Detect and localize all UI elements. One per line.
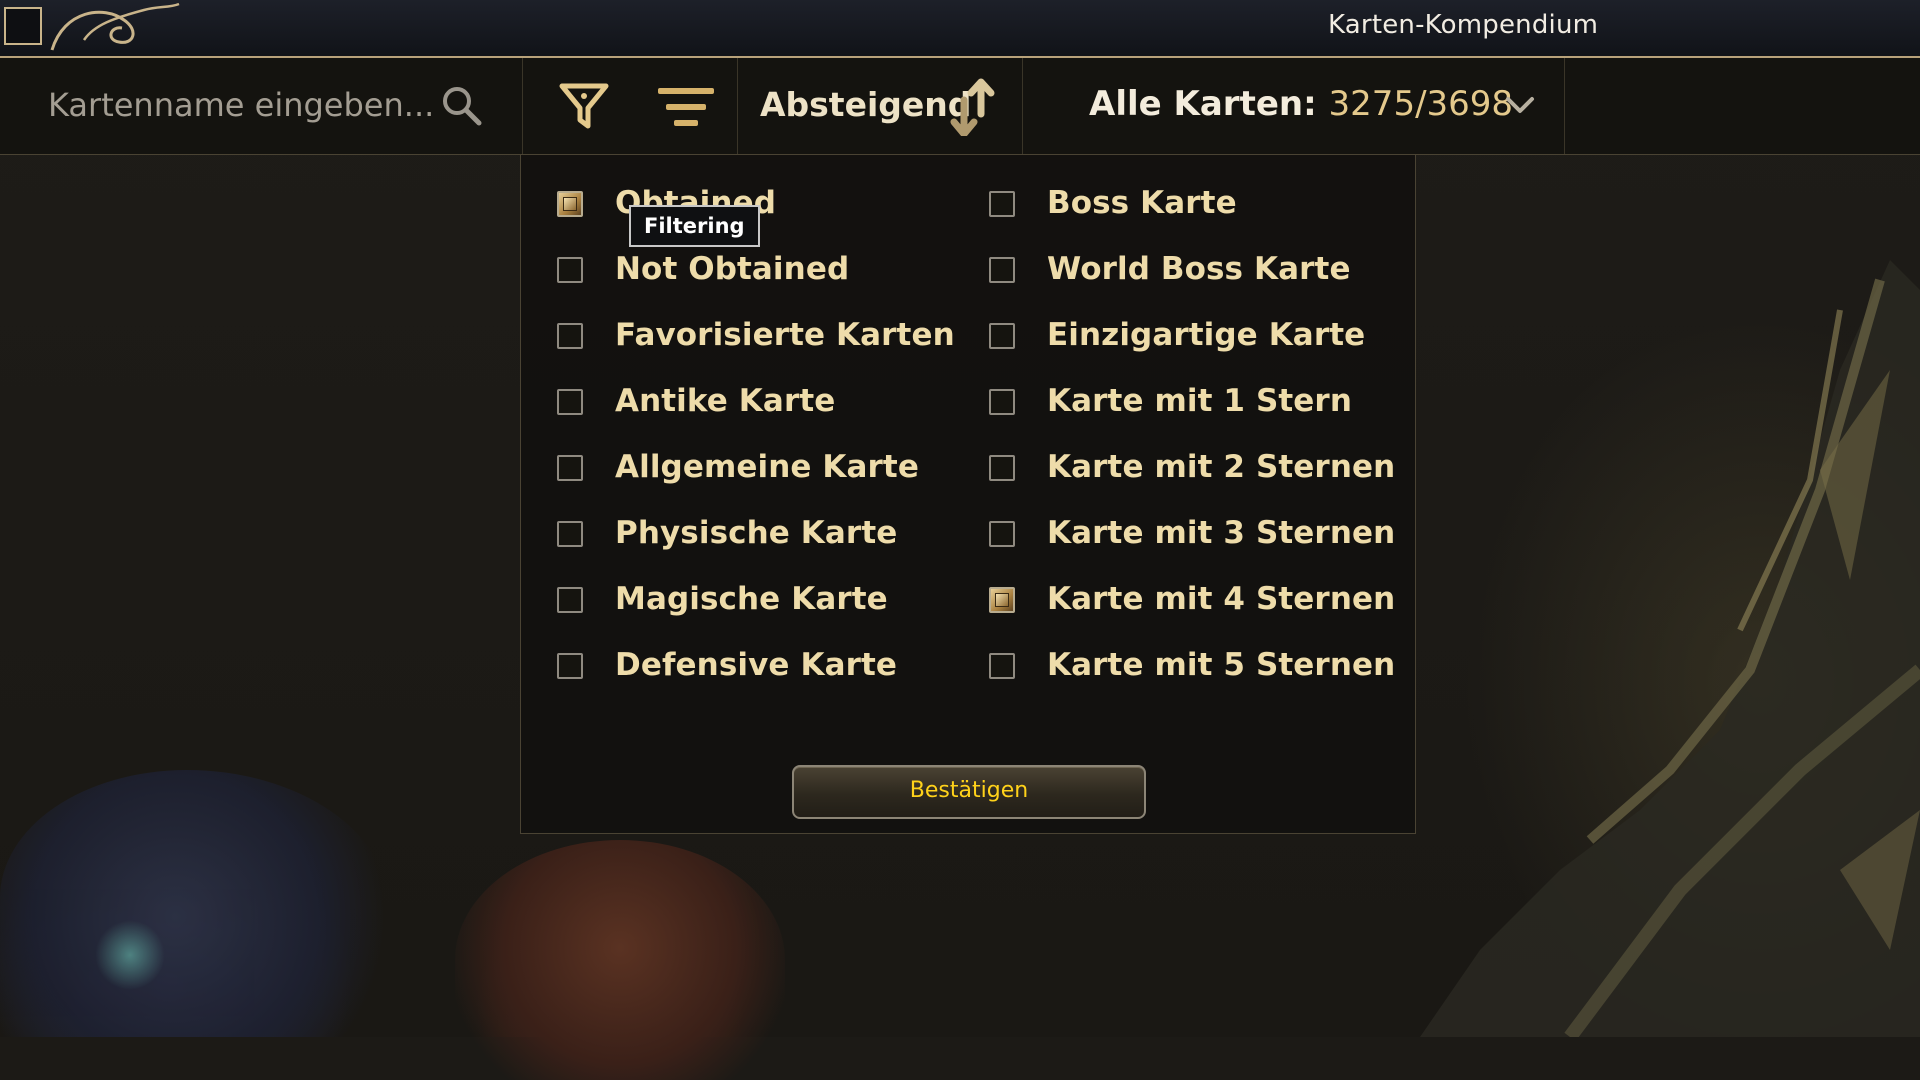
filter-option-label: Karte mit 5 Sternen <box>1047 647 1396 683</box>
window-title: Karten-Kompendium <box>1328 10 1599 40</box>
sort-order-label: Absteigend <box>760 85 972 124</box>
search-box[interactable]: Kartenname eingeben... <box>0 58 523 154</box>
sort-arrows-icon[interactable] <box>948 78 996 136</box>
title-bar: Karten-Kompendium <box>0 0 1920 58</box>
background-winged-figure <box>1420 260 1920 1037</box>
filter-option-label: Karte mit 1 Stern <box>1047 383 1352 419</box>
filter-option-label: Karte mit 4 Sternen <box>1047 581 1396 617</box>
checkbox[interactable] <box>989 455 1015 481</box>
filter-controls <box>523 58 738 154</box>
filter-option-label: Antike Karte <box>615 383 836 419</box>
checkbox[interactable] <box>557 455 583 481</box>
all-cards-text: Alle Karten: 3275/3698 <box>1089 84 1513 124</box>
filter-panel: Obtained Not Obtained Favorisierte Karte… <box>520 154 1416 834</box>
window-menu-icon[interactable] <box>4 7 42 45</box>
filter-option-label: Physische Karte <box>615 515 898 551</box>
filter-option-label: Karte mit 2 Sternen <box>1047 449 1396 485</box>
checkbox[interactable] <box>989 653 1015 679</box>
filter-option-label: Boss Karte <box>1047 185 1237 221</box>
filter-option-label: Allgemeine Karte <box>615 449 919 485</box>
all-cards-count: 3275/3698 <box>1328 84 1514 124</box>
filter-option-label: Favorisierte Karten <box>615 317 955 353</box>
checkbox[interactable] <box>557 521 583 547</box>
checkbox[interactable] <box>989 257 1015 283</box>
checkbox[interactable] <box>557 323 583 349</box>
checkbox[interactable] <box>989 389 1015 415</box>
checkbox[interactable] <box>989 191 1015 217</box>
checkbox[interactable] <box>557 587 583 613</box>
sort-lines-icon[interactable] <box>656 82 716 132</box>
filter-icon[interactable] <box>558 80 610 132</box>
all-cards-label: Alle Karten: <box>1089 84 1317 124</box>
confirm-button[interactable]: Bestätigen <box>792 765 1146 819</box>
background-creature-middle <box>455 840 785 1080</box>
ornament-icon <box>50 2 180 51</box>
checkbox[interactable] <box>557 389 583 415</box>
checkbox[interactable] <box>557 191 583 217</box>
chevron-down-icon[interactable] <box>1503 92 1537 118</box>
sort-order-button[interactable]: Absteigend <box>738 58 1023 154</box>
filter-option-label: Karte mit 3 Sternen <box>1047 515 1396 551</box>
checkbox[interactable] <box>989 587 1015 613</box>
checkbox[interactable] <box>557 257 583 283</box>
tooltip: Filtering <box>629 205 760 247</box>
creature-glow <box>95 920 165 990</box>
card-category-dropdown[interactable]: Alle Karten: 3275/3698 <box>1023 58 1565 154</box>
filter-option-label: World Boss Karte <box>1047 251 1351 287</box>
checkbox[interactable] <box>989 521 1015 547</box>
checkbox[interactable] <box>989 323 1015 349</box>
toolbar: Kartenname eingeben... Absteigend Alle K… <box>0 58 1920 155</box>
filter-option-label: Defensive Karte <box>615 647 898 683</box>
search-icon[interactable] <box>440 84 484 128</box>
search-input[interactable]: Kartenname eingeben... <box>48 86 434 124</box>
filter-option-label: Magische Karte <box>615 581 888 617</box>
checkbox[interactable] <box>557 653 583 679</box>
filter-option-label: Einzigartige Karte <box>1047 317 1366 353</box>
filter-option-label: Not Obtained <box>615 251 850 287</box>
